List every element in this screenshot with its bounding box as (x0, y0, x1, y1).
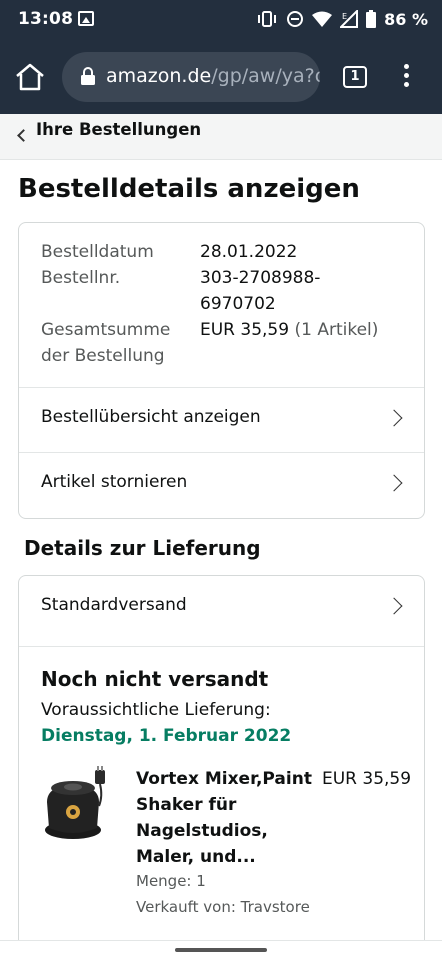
shipping-method-label: Standardversand (41, 595, 187, 615)
status-icons: E 86 % (256, 8, 428, 30)
order-summary-card: Bestelldatum 28.01.2022 Bestellnr. 303-2… (18, 222, 425, 519)
order-total-value: EUR 35,59 (1 Artikel) (200, 317, 410, 343)
order-date-label: Bestelldatum (41, 242, 154, 262)
product-image[interactable] (39, 766, 119, 846)
delivery-card: Standardversand Noch nicht versandt Vora… (18, 575, 425, 955)
back-label: Ihre Bestellungen (36, 120, 202, 139)
page-title: Bestelldetails anzeigen (18, 174, 360, 204)
browser-toolbar: amazon.de/gp/aw/ya?c 1 (0, 38, 442, 114)
order-item-count: (1 Artikel) (289, 320, 379, 340)
chevron-left-icon (17, 129, 30, 142)
product-title-link[interactable]: Vortex Mixer,Paint Shaker für Nagelstudi… (136, 766, 316, 870)
signal-marker: E (342, 12, 347, 21)
address-bar[interactable]: amazon.de/gp/aw/ya?c (62, 52, 320, 102)
order-total-label: Gesamtsumme der Bestellung (41, 320, 171, 366)
chevron-right-icon (385, 474, 403, 492)
divider (19, 646, 424, 647)
lock-icon (81, 67, 95, 85)
order-total-amount: EUR 35,59 (200, 320, 290, 340)
status-bar: 13:08 E 86 % (0, 0, 442, 38)
order-overview-link[interactable]: Bestellübersicht anzeigen (19, 387, 424, 452)
url-text: amazon.de/gp/aw/ya?c (106, 65, 320, 87)
vibrate-icon (258, 11, 277, 27)
order-overview-label: Bestellübersicht anzeigen (41, 407, 261, 427)
chevron-right-icon (385, 597, 403, 615)
product-quantity: Menge: 1 (136, 872, 206, 890)
back-to-orders-link[interactable]: Ihre Bestellungen (0, 114, 442, 160)
overflow-menu-icon[interactable] (396, 64, 416, 92)
order-number-label: Bestellnr. (41, 268, 121, 288)
wifi-icon (312, 11, 333, 27)
signal-icon: E (340, 10, 359, 28)
order-number-value: 303-2708988- 6970702 (200, 268, 321, 314)
shipping-method-link[interactable]: Standardversand (19, 576, 424, 641)
tab-switcher-button[interactable]: 1 (343, 66, 367, 88)
url-domain: amazon.de (106, 65, 212, 87)
order-date-value: 28.01.2022 (200, 242, 298, 262)
delivery-section-heading: Details zur Lieferung (24, 536, 261, 560)
cancel-items-label: Artikel stornieren (41, 472, 188, 492)
do-not-disturb-icon (287, 11, 304, 27)
shipment-status: Noch nicht versandt (41, 667, 269, 691)
cancel-items-link[interactable]: Artikel stornieren (19, 452, 424, 517)
home-icon[interactable] (14, 62, 46, 92)
product-seller: Verkauft von: Travstore (136, 898, 310, 916)
battery-icon (366, 10, 377, 28)
product-price: EUR 35,59 (322, 769, 412, 789)
battery-percent: 86 % (384, 9, 428, 29)
chevron-right-icon (385, 409, 403, 427)
gesture-handle[interactable] (175, 948, 267, 952)
eta-label: Voraussichtliche Lieferung: (41, 700, 271, 720)
clock: 13:08 (18, 9, 74, 29)
url-path: /gp/aw/ya?c (211, 65, 320, 87)
gallery-icon (78, 11, 94, 26)
eta-date: Dienstag, 1. Februar 2022 (41, 726, 292, 746)
